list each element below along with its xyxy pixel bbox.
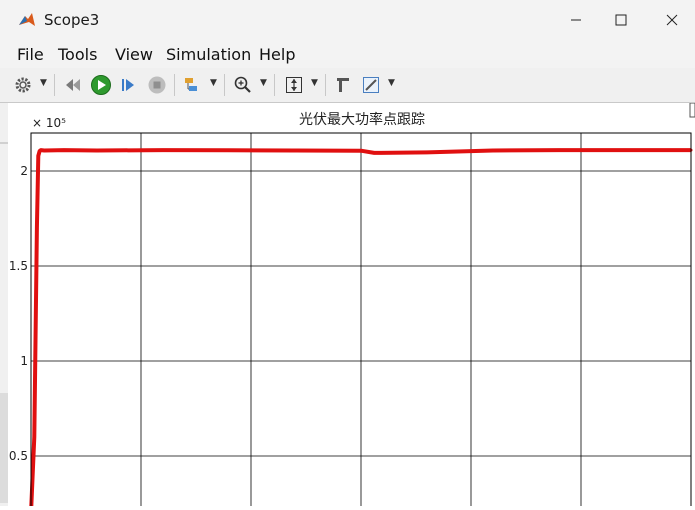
matlab-app-icon xyxy=(19,13,35,26)
signal-select-icon xyxy=(185,78,197,91)
signal-point xyxy=(359,149,363,153)
y-tick-label: 1 xyxy=(20,354,28,368)
title-bar: Scope3 xyxy=(0,0,695,40)
stop-button[interactable] xyxy=(145,73,169,97)
signal-point xyxy=(623,148,627,152)
signal-point xyxy=(42,148,46,152)
signal-point xyxy=(491,148,495,152)
zoom-icon xyxy=(234,76,251,93)
minimize-button[interactable] xyxy=(553,0,599,40)
signal-point xyxy=(38,149,42,153)
y-tick-label: 2 xyxy=(20,164,28,178)
signal-point xyxy=(35,226,39,230)
signal-point xyxy=(32,435,36,439)
signal-point xyxy=(293,148,297,152)
signal-select-dropdown-icon[interactable]: ▼ xyxy=(210,78,217,88)
step-forward-icon xyxy=(122,79,134,91)
y-tick-label: 1.5 xyxy=(9,259,28,273)
stop-icon xyxy=(148,76,166,94)
run-button[interactable] xyxy=(89,73,113,97)
toolbar-separator xyxy=(325,74,326,96)
settings-button[interactable] xyxy=(11,73,35,97)
y-exponent-label: × 10⁵ xyxy=(32,116,66,130)
scope-plot-area: 光伏最大功率点跟踪 × 10⁵ 2 1.5 1 0.5 xyxy=(0,102,695,510)
scale-axes-button[interactable] xyxy=(282,73,306,97)
step-back-button[interactable] xyxy=(61,73,85,97)
scope-chart[interactable]: 光伏最大功率点跟踪 × 10⁵ 2 1.5 1 0.5 xyxy=(0,102,695,510)
step-forward-button[interactable] xyxy=(117,73,141,97)
toolbar-separator xyxy=(174,74,175,96)
menu-view[interactable]: View xyxy=(115,45,153,64)
zoom-dropdown-icon[interactable]: ▼ xyxy=(260,78,267,88)
zoom-button[interactable] xyxy=(231,73,255,97)
maximize-icon xyxy=(615,14,627,26)
toolbar: ▼ ▼ ▼ ▼ ▼ xyxy=(0,68,695,103)
gear-icon xyxy=(15,77,31,93)
edit-button[interactable] xyxy=(359,73,383,97)
cursor-icon xyxy=(337,78,349,92)
menu-file[interactable]: File xyxy=(17,45,44,64)
menu-tools[interactable]: Tools xyxy=(58,45,97,64)
toolbar-separator xyxy=(274,74,275,96)
close-icon xyxy=(666,14,678,26)
signal-point xyxy=(36,154,40,158)
toolbar-separator xyxy=(54,74,55,96)
scale-axes-dropdown-icon[interactable]: ▼ xyxy=(311,78,318,88)
menu-help[interactable]: Help xyxy=(259,45,295,64)
signal-point xyxy=(557,148,561,152)
signal-point xyxy=(62,148,66,152)
settings-dropdown-icon[interactable]: ▼ xyxy=(40,78,47,88)
chart-title: 光伏最大功率点跟踪 xyxy=(299,111,425,128)
step-back-icon xyxy=(66,79,80,91)
y-tick-label: 0.5 xyxy=(9,449,28,463)
scale-axes-icon xyxy=(286,77,302,93)
minimize-icon xyxy=(571,19,581,21)
signal-point xyxy=(95,148,99,152)
menu-simulation[interactable]: Simulation xyxy=(166,45,251,64)
edit-icon xyxy=(363,77,379,93)
signal-select-button[interactable] xyxy=(181,73,205,97)
background-window-corner xyxy=(689,102,695,118)
signal-point xyxy=(372,151,376,155)
cursor-measure-button[interactable] xyxy=(331,73,355,97)
window-title: Scope3 xyxy=(44,11,100,29)
signal-point xyxy=(161,148,165,152)
maximize-button[interactable] xyxy=(598,0,644,40)
close-button[interactable] xyxy=(649,0,695,40)
menu-bar: File Tools View Simulation Help xyxy=(0,40,695,68)
signal-point xyxy=(227,148,231,152)
background-window-fragment xyxy=(0,393,8,503)
edit-dropdown-icon[interactable]: ▼ xyxy=(388,78,395,88)
run-icon xyxy=(91,75,111,95)
signal-point xyxy=(425,150,429,154)
toolbar-separator xyxy=(224,74,225,96)
